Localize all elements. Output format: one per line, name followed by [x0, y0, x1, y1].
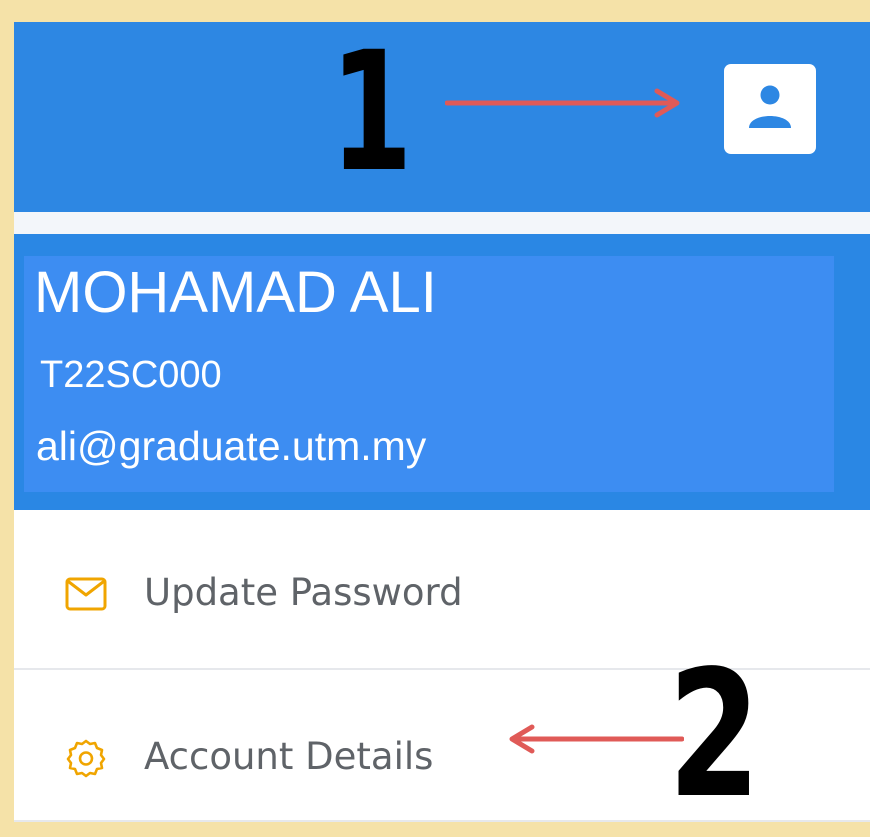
profile-id: T22SC000	[40, 354, 222, 396]
menu-item-label: Account Details	[144, 735, 434, 778]
user-profile-button[interactable]	[724, 64, 816, 154]
menu-item-label: Update Password	[144, 571, 463, 614]
gear-icon	[64, 736, 108, 780]
profile-name: MOHAMAD ALI	[34, 260, 437, 325]
top-bar	[14, 22, 870, 212]
header-divider	[14, 212, 870, 234]
user-profile-icon	[741, 78, 799, 141]
profile-email: ali@graduate.utm.my	[36, 423, 427, 469]
envelope-icon	[64, 572, 108, 616]
profile-header: MOHAMAD ALI T22SC000 ali@graduate.utm.my	[14, 234, 870, 510]
annotation-number-2: 2	[668, 634, 761, 837]
annotation-number-1: 1	[330, 16, 413, 208]
